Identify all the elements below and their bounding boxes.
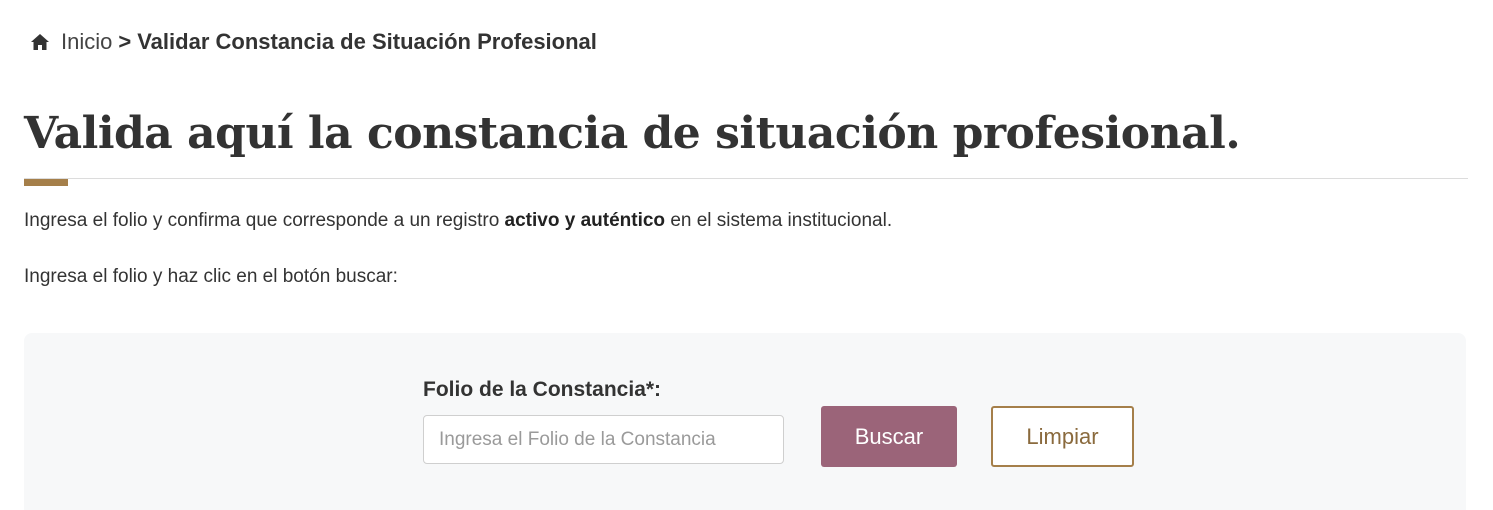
intro-text: Ingresa el folio y confirma que correspo… [24,210,892,232]
breadcrumb: Inicio > Validar Constancia de Situación… [30,28,597,56]
page-title: Valida aquí la constancia de situación p… [24,108,1241,159]
title-divider [24,178,1468,179]
page: Inicio > Validar Constancia de Situación… [0,0,1493,510]
clear-button[interactable]: Limpiar [991,406,1134,467]
breadcrumb-home-link[interactable]: Inicio [61,29,112,55]
folio-label: Folio de la Constancia*: [423,378,662,401]
intro-text-end: en el sistema institucional. [665,210,893,231]
breadcrumb-separator: > [118,29,132,54]
search-button[interactable]: Buscar [821,406,957,467]
home-icon[interactable] [30,32,50,52]
folio-input[interactable] [423,415,784,464]
title-accent-bar [24,179,68,186]
intro-text-emphasis: activo y auténtico [504,210,666,231]
instruction-text: Ingresa el folio y haz clic en el botón … [24,266,398,287]
breadcrumb-current: Validar Constancia de Situación Profesio… [137,29,597,54]
intro-text-start: Ingresa el folio y confirma que correspo… [24,210,505,231]
